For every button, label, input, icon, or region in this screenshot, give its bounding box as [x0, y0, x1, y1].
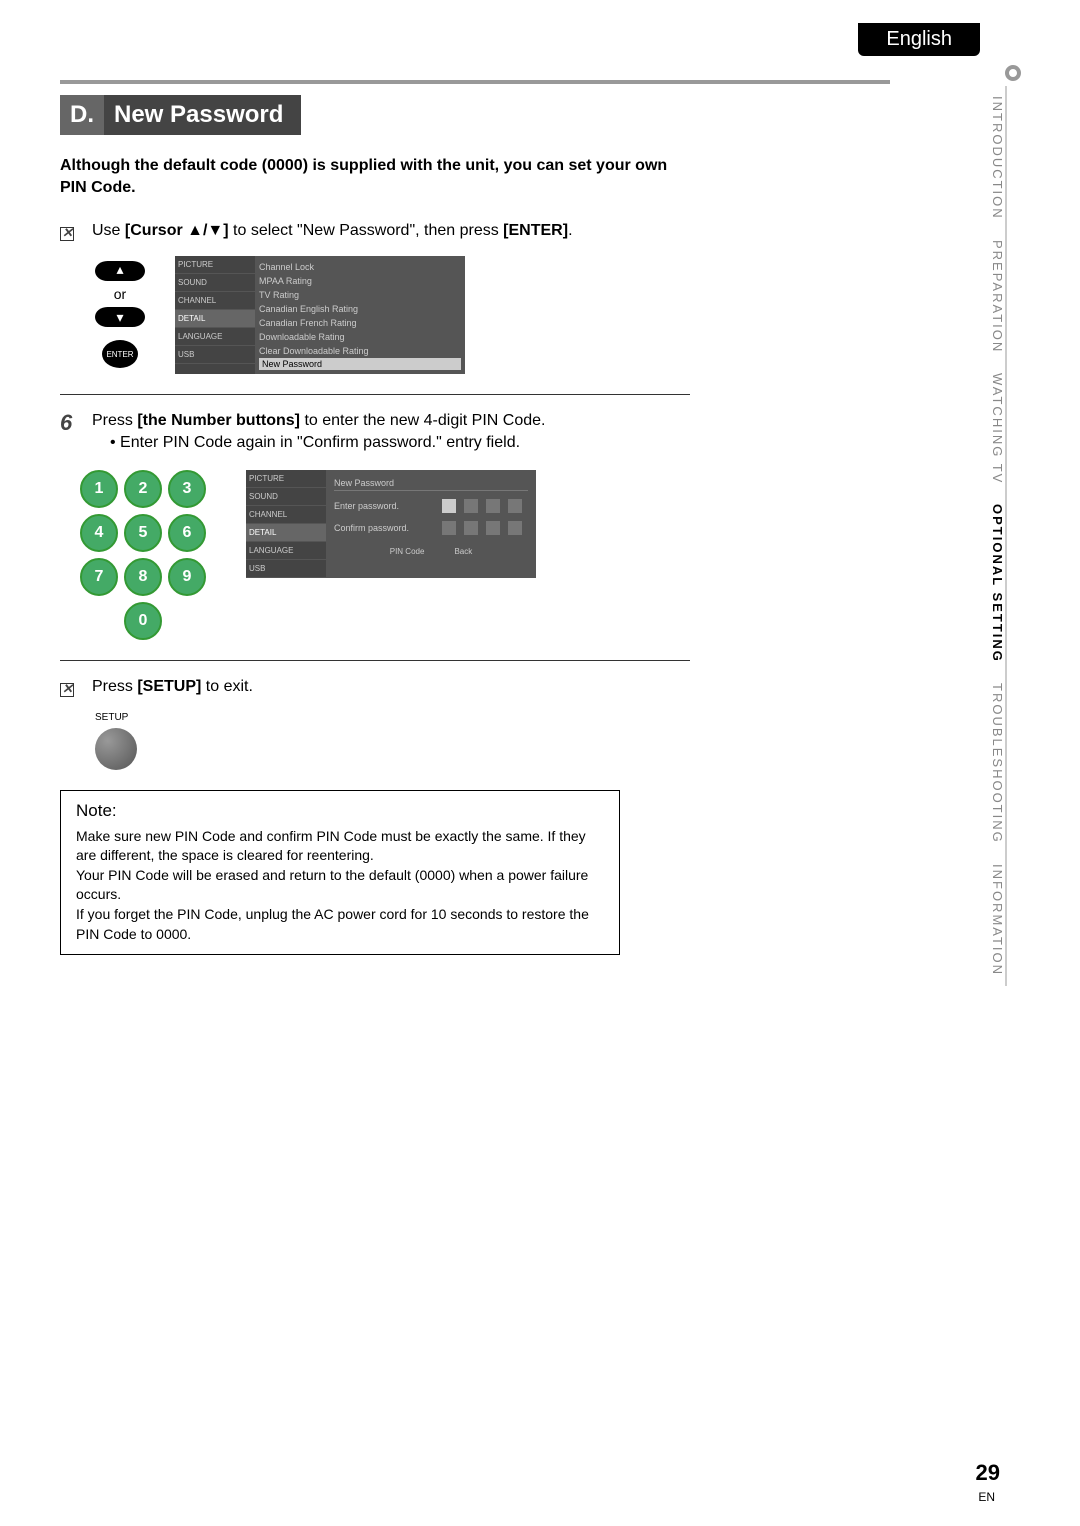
- key-4: 4: [80, 514, 118, 552]
- sidebar-optional-setting: OPTIONAL SETTING: [990, 494, 1007, 673]
- sidebar-troubleshooting: TROUBLESHOOTING: [990, 673, 1007, 854]
- sidebar-information: INFORMATION: [990, 854, 1007, 986]
- main-content: D. New Password Although the default cod…: [60, 95, 690, 955]
- page-number: 29: [976, 1460, 1000, 1486]
- remote-cursor-buttons: or ENTER: [95, 261, 145, 368]
- osd-password-screenshot: PICTURE SOUND CHANNEL DETAIL LANGUAGE US…: [246, 470, 536, 578]
- step-5-number: [60, 220, 80, 246]
- osd2-left-menu: PICTURE SOUND CHANNEL DETAIL LANGUAGE US…: [246, 470, 326, 578]
- step-6-number: 6: [60, 410, 80, 455]
- intro-text: Although the default code (0000) is supp…: [60, 155, 690, 200]
- sidebar-nav: INTRODUCTION PREPARATION WATCHING TV OPT…: [990, 65, 1035, 986]
- pin-box-1: [442, 499, 456, 513]
- step-5-body: Use [Cursor ▲/▼] to select "New Password…: [92, 220, 690, 246]
- divider-2: [60, 660, 690, 661]
- step-6-body: Press [the Number buttons] to enter the …: [92, 410, 690, 455]
- key-8: 8: [124, 558, 162, 596]
- divider: [60, 394, 690, 395]
- checkbox-icon: [60, 227, 74, 241]
- confirm-password-row: Confirm password.: [334, 521, 528, 535]
- note-body: Make sure new PIN Code and confirm PIN C…: [76, 827, 604, 945]
- key-3: 3: [168, 470, 206, 508]
- key-6: 6: [168, 514, 206, 552]
- language-tab: English: [858, 23, 980, 56]
- step-5-illustration: or ENTER PICTURE SOUND CHANNEL DETAIL LA…: [95, 256, 690, 374]
- cursor-down-icon: [95, 307, 145, 327]
- step-7-body: Press [SETUP] to exit.: [92, 676, 690, 702]
- key-1: 1: [80, 470, 118, 508]
- sidebar-introduction: INTRODUCTION: [990, 86, 1007, 230]
- note-box: Note: Make sure new PIN Code and confirm…: [60, 790, 620, 956]
- key-7: 7: [80, 558, 118, 596]
- enter-password-row: Enter password.: [334, 499, 528, 513]
- pin-box-2: [464, 499, 478, 513]
- pin-box-3: [486, 499, 500, 513]
- step-6-illustration: 1 2 3 4 5 6 7 8 9 0 PICTURE SOUND CHANNE…: [80, 470, 690, 640]
- sidebar-dot-icon: [1005, 65, 1021, 81]
- page-language: EN: [978, 1490, 995, 1504]
- key-9: 9: [168, 558, 206, 596]
- step-6: 6 Press [the Number buttons] to enter th…: [60, 410, 690, 455]
- osd-right-list: Channel Lock MPAA Rating TV Rating Canad…: [255, 256, 465, 374]
- key-0: 0: [124, 602, 162, 640]
- section-header: D. New Password: [60, 95, 301, 135]
- cursor-up-icon: [95, 261, 145, 281]
- setup-button-icon: [95, 728, 137, 770]
- osd-menu-screenshot: PICTURE SOUND CHANNEL DETAIL LANGUAGE US…: [175, 256, 465, 374]
- step-6-bullet: • Enter PIN Code again in "Confirm passw…: [110, 432, 690, 454]
- number-keypad: 1 2 3 4 5 6 7 8 9 0: [80, 470, 206, 640]
- sidebar-preparation: PREPARATION: [990, 230, 1007, 363]
- step-7-number: [60, 676, 80, 702]
- osd2-footer: PIN Code Back: [334, 543, 528, 560]
- key-2: 2: [124, 470, 162, 508]
- checkbox-icon-2: [60, 683, 74, 697]
- section-title: New Password: [104, 95, 301, 135]
- step-7: Press [SETUP] to exit.: [60, 676, 690, 702]
- setup-button-illustration: SETUP: [95, 712, 690, 770]
- step-5: Use [Cursor ▲/▼] to select "New Password…: [60, 220, 690, 246]
- note-title: Note:: [76, 801, 604, 821]
- header-rule: [60, 80, 890, 84]
- sidebar-watching-tv: WATCHING TV: [990, 363, 1007, 494]
- pin-box-4: [508, 499, 522, 513]
- or-text: or: [114, 286, 126, 302]
- setup-label: SETUP: [95, 712, 690, 723]
- key-5: 5: [124, 514, 162, 552]
- section-letter: D.: [60, 95, 104, 135]
- osd2-title: New Password: [334, 478, 528, 491]
- enter-button-icon: ENTER: [102, 340, 138, 368]
- osd-left-menu: PICTURE SOUND CHANNEL DETAIL LANGUAGE US…: [175, 256, 255, 374]
